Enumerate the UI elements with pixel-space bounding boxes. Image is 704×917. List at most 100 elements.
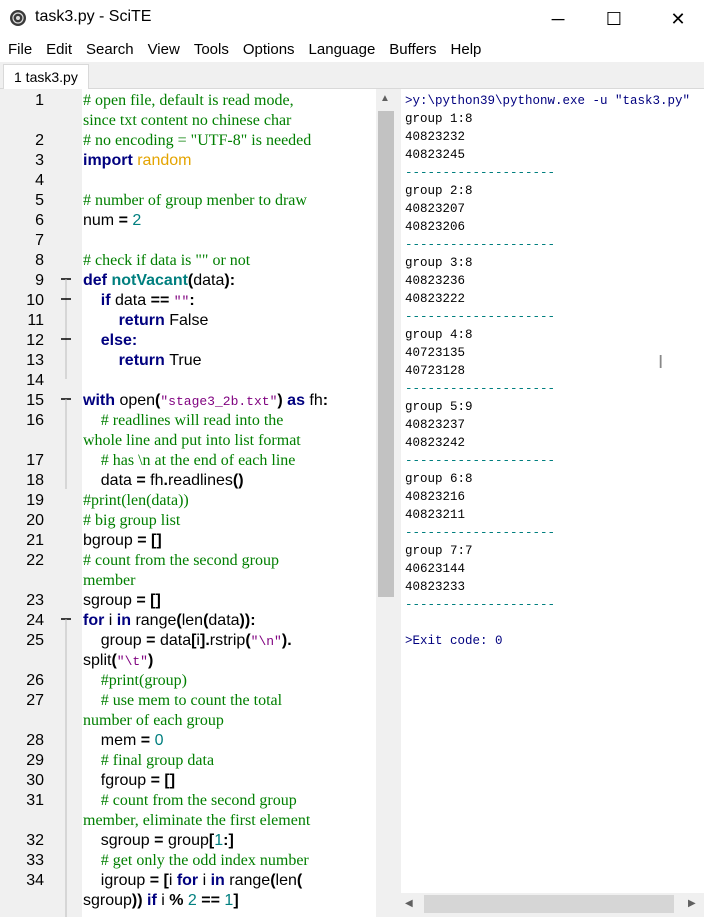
code-line[interactable]: number of each group xyxy=(83,711,224,731)
line-number: 9 xyxy=(35,272,44,289)
minimize-button[interactable]: ─ xyxy=(535,0,581,38)
menu-buffers[interactable]: Buffers xyxy=(382,38,443,62)
code-token: 0 xyxy=(154,732,164,749)
code-token: in xyxy=(210,872,230,889)
code-token: data xyxy=(115,292,151,309)
code-token: member, eliminate the first element xyxy=(83,812,311,829)
menu-view[interactable]: View xyxy=(141,38,187,62)
code-token: len xyxy=(275,872,297,889)
code-token: == xyxy=(201,892,225,909)
editor-scroll-thumb[interactable] xyxy=(378,111,394,597)
code-token: ( xyxy=(296,872,303,889)
code-line[interactable]: # check if data is "" or not xyxy=(83,251,250,271)
line-number: 29 xyxy=(26,752,44,769)
code-line[interactable]: whole line and put into list format xyxy=(83,431,301,451)
code-line[interactable]: group = data[i].rstrip("\n"). xyxy=(83,631,292,651)
code-token: open xyxy=(119,392,156,409)
code-token: = [] xyxy=(136,592,161,609)
code-line[interactable]: import random xyxy=(83,151,191,171)
output-pane[interactable]: >y:\python39\pythonw.exe -u "task3.py" gr… xyxy=(401,89,704,917)
line-number: 1 xyxy=(35,92,44,109)
code-line[interactable]: member, eliminate the first element xyxy=(83,811,310,831)
code-line[interactable]: # number of group menber to draw xyxy=(83,191,307,211)
code-editor[interactable]: 1 2 3 4 5 6 7 8 9 10 11 12 13 14 15 16 17 18 19 20 21 22 23 24 2… xyxy=(0,89,396,917)
code-token: data xyxy=(193,272,225,289)
menu-language[interactable]: Language xyxy=(302,38,383,62)
code-line[interactable]: # final group data xyxy=(83,751,214,771)
scroll-right-icon[interactable]: ▶ xyxy=(688,898,696,909)
code-line[interactable]: return True xyxy=(83,351,202,371)
code-token: # big group list xyxy=(83,512,181,529)
fold-margin[interactable] xyxy=(58,89,82,917)
code-line[interactable]: else: xyxy=(83,331,137,351)
code-line[interactable]: mem = 0 xyxy=(83,731,164,751)
code-line[interactable]: since txt content no chinese char xyxy=(83,111,291,131)
code-line[interactable]: member xyxy=(83,571,135,591)
code-line[interactable]: # readlines will read into the xyxy=(83,411,284,431)
code-line[interactable]: #print(len(data)) xyxy=(83,491,189,511)
code-token: () xyxy=(232,472,244,489)
line-number: 15 xyxy=(26,392,44,409)
tab-task3-py[interactable]: 1 task3.py xyxy=(3,64,89,89)
code-line[interactable]: sgroup = group[1:] xyxy=(83,831,234,851)
code-line[interactable]: fgroup = [] xyxy=(83,771,175,791)
output-scroll-thumb[interactable] xyxy=(424,895,674,913)
code-token: data xyxy=(83,472,137,489)
line-number: 19 xyxy=(26,492,44,509)
code-line[interactable]: return False xyxy=(83,311,209,331)
code-line[interactable]: # count from the second group xyxy=(83,791,297,811)
menu-edit[interactable]: Edit xyxy=(39,38,79,62)
code-line[interactable]: data = fh.readlines() xyxy=(83,471,244,491)
menu-search[interactable]: Search xyxy=(79,38,141,62)
code-line[interactable]: # big group list xyxy=(83,511,180,531)
code-token: i xyxy=(108,612,117,629)
code-line[interactable]: # open file, default is read mode, xyxy=(83,91,294,111)
code-line[interactable]: sgroup)) if i % 2 == 1] xyxy=(83,891,239,911)
code-line[interactable]: igroup = [i for i in range(len( xyxy=(83,871,302,891)
code-line[interactable]: split("\t") xyxy=(83,651,153,671)
output-line: 40723128 xyxy=(405,364,466,378)
menu-file[interactable]: File xyxy=(0,38,39,62)
code-token: = [] xyxy=(150,772,176,789)
code-line[interactable]: # use mem to count the total xyxy=(83,691,282,711)
code-line[interactable]: if data == "": xyxy=(83,291,195,311)
line-number: 2 xyxy=(35,132,44,149)
code-line[interactable]: num = 2 xyxy=(83,211,141,231)
code-line[interactable]: # no encoding = "UTF-8" is needed xyxy=(83,131,311,151)
output-line: 40823237 xyxy=(405,418,466,432)
code-line[interactable]: # count from the second group xyxy=(83,551,279,571)
output-line: 40823242 xyxy=(405,436,466,450)
code-token: member xyxy=(83,572,136,589)
code-token: 2 xyxy=(187,892,202,909)
code-line[interactable]: def notVacant(data): xyxy=(83,271,235,291)
line-number: 31 xyxy=(26,792,44,809)
line-number: 34 xyxy=(26,872,44,889)
code-token: len xyxy=(181,612,204,629)
menu-tools[interactable]: Tools xyxy=(187,38,236,62)
line-number: 13 xyxy=(26,352,44,369)
close-button[interactable]: ✕ xyxy=(655,0,701,38)
code-token: fh xyxy=(309,392,323,409)
code-token: : xyxy=(322,392,329,409)
code-line[interactable]: #print(group) xyxy=(83,671,187,691)
output-line: 40823233 xyxy=(405,580,466,594)
menu-options[interactable]: Options xyxy=(236,38,302,62)
menu-help[interactable]: Help xyxy=(444,38,489,62)
line-number: 28 xyxy=(26,732,44,749)
code-line[interactable]: with open("stage3_2b.txt") as fh: xyxy=(83,391,328,411)
maximize-button[interactable]: ☐ xyxy=(591,0,637,38)
code-line[interactable]: for i in range(len(data)): xyxy=(83,611,256,631)
scroll-up-icon[interactable]: ▲ xyxy=(380,93,390,104)
code-line[interactable]: # has \n at the end of each line xyxy=(83,451,296,471)
output-line: group 5:9 xyxy=(405,400,473,414)
scroll-left-icon[interactable]: ◀ xyxy=(405,898,413,909)
line-number: 16 xyxy=(26,412,44,429)
code-line[interactable]: bgroup = [] xyxy=(83,531,162,551)
code-line[interactable]: # get only the odd index number xyxy=(83,851,309,871)
code-token: fgroup xyxy=(83,772,151,789)
code-line[interactable]: sgroup = [] xyxy=(83,591,161,611)
code-token: True xyxy=(169,352,202,369)
fold-markers xyxy=(61,278,71,917)
